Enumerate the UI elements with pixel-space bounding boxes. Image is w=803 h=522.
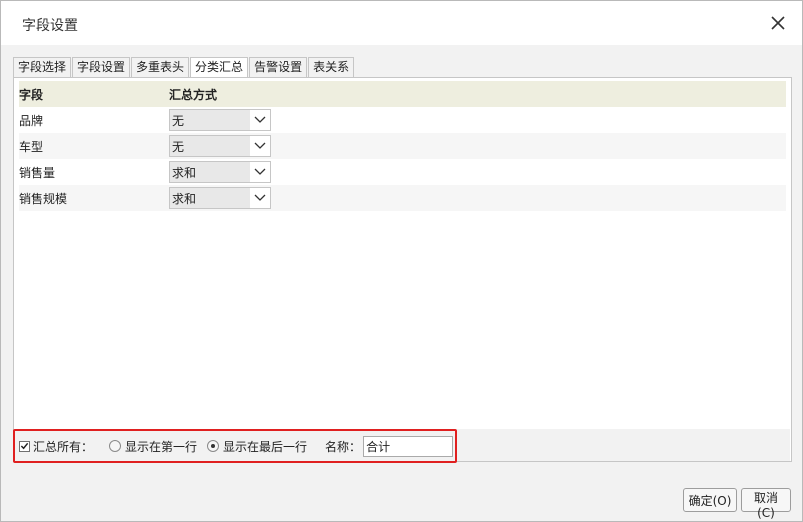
summary-all-label: 汇总所有： xyxy=(33,439,94,454)
dialog-title: 字段设置 xyxy=(22,18,78,34)
ok-button[interactable]: 确定(O) xyxy=(683,488,737,512)
summary-all-checkbox[interactable] xyxy=(19,440,30,452)
method-select[interactable]: 无 xyxy=(169,135,271,157)
subtotal-grid: 字段 汇总方式 品牌 无 车型 无 销售量 求和 销售规模 求和 xyxy=(19,81,786,427)
chevron-down-icon xyxy=(250,188,270,208)
row-field-label: 销售规模 xyxy=(19,191,68,206)
radio-first-row-label: 显示在第一行 xyxy=(125,439,198,454)
name-label: 名称： xyxy=(325,439,362,454)
subtotal-panel: 字段 汇总方式 品牌 无 车型 无 销售量 求和 销售规模 求和 xyxy=(13,77,792,462)
name-input[interactable] xyxy=(363,435,454,457)
select-value: 无 xyxy=(172,139,185,154)
method-select[interactable]: 无 xyxy=(169,109,271,131)
grid-header: 字段 汇总方式 xyxy=(19,81,786,107)
tab-table-relation[interactable]: 表关系 xyxy=(308,57,355,77)
chevron-down-icon xyxy=(250,136,270,156)
select-value: 无 xyxy=(172,113,185,128)
table-row: 车型 无 xyxy=(19,133,786,159)
method-select[interactable]: 求和 xyxy=(169,187,271,209)
table-row: 销售规模 求和 xyxy=(19,185,786,211)
tab-subtotal[interactable]: 分类汇总 xyxy=(190,57,249,78)
dialog-titlebar: 字段设置 xyxy=(1,1,802,45)
chevron-down-icon xyxy=(250,110,270,130)
radio-selected-dot xyxy=(211,444,216,448)
radio-last-row[interactable] xyxy=(207,440,220,452)
radio-first-row[interactable] xyxy=(109,440,122,452)
tab-alert-settings[interactable]: 告警设置 xyxy=(249,57,308,77)
table-row: 销售量 求和 xyxy=(19,159,786,185)
select-value: 求和 xyxy=(172,191,197,206)
close-icon[interactable] xyxy=(768,13,788,33)
row-field-label: 车型 xyxy=(19,139,44,154)
cancel-button[interactable]: 取消(C) xyxy=(741,488,791,520)
summary-options-highlight: 汇总所有： 显示在第一行 显示在最后一行 名称： xyxy=(13,429,457,463)
radio-last-row-label: 显示在最后一行 xyxy=(223,439,308,454)
method-select[interactable]: 求和 xyxy=(169,161,271,183)
row-field-label: 品牌 xyxy=(19,113,44,128)
tab-bar: 字段选择 字段设置 多重表头 分类汇总 告警设置 表关系 xyxy=(13,57,355,78)
row-field-label: 销售量 xyxy=(19,165,56,180)
select-value: 求和 xyxy=(172,165,197,180)
tab-multi-header[interactable]: 多重表头 xyxy=(131,57,190,77)
chevron-down-icon xyxy=(250,162,270,182)
header-field: 字段 xyxy=(19,87,44,102)
header-method: 汇总方式 xyxy=(169,87,218,102)
tab-field-settings[interactable]: 字段设置 xyxy=(72,57,131,77)
table-row: 品牌 无 xyxy=(19,107,786,133)
tab-field-select[interactable]: 字段选择 xyxy=(13,57,72,77)
field-settings-dialog: 字段设置 字段选择 字段设置 多重表头 分类汇总 告警设置 表关系 字段 汇总方… xyxy=(0,0,803,522)
